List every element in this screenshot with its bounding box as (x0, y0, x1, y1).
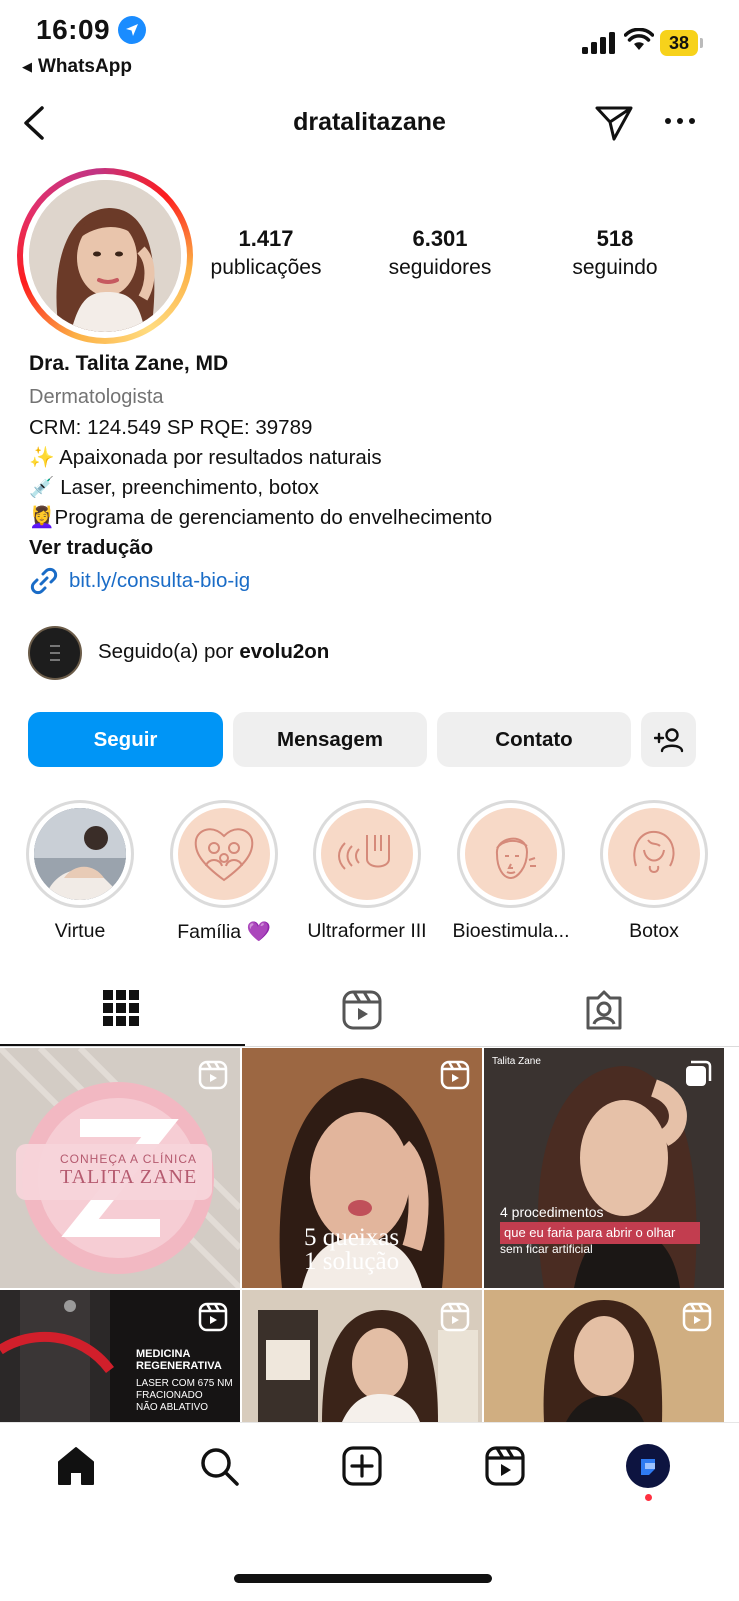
follower-avatar (28, 626, 82, 680)
profile-avatar-icon (641, 1459, 655, 1475)
followed-by-prefix: Seguido(a) por (98, 640, 240, 663)
link-icon (30, 567, 58, 595)
follow-button[interactable]: Seguir (28, 712, 223, 767)
notification-dot (645, 1494, 652, 1501)
post-text: 4 procedimentos (500, 1204, 604, 1220)
stat-posts[interactable]: 1.417 publicações (181, 226, 351, 280)
post-thumbnail[interactable] (484, 1290, 724, 1422)
tab-divider (0, 1046, 739, 1047)
highlight-botox[interactable]: Botox (584, 800, 724, 943)
post-thumbnail[interactable]: 5 queixas 1 solução (242, 1048, 482, 1288)
profile-photo (29, 180, 181, 332)
search-icon (201, 1448, 239, 1486)
tagged-user-icon (586, 990, 622, 1030)
send-direct-icon[interactable] (594, 104, 634, 147)
post-text: REGENERATIVA (136, 1360, 222, 1372)
bio-line-2: ✨ Apaixonada por resultados naturais (29, 446, 382, 469)
stat-following-label: seguindo (572, 256, 658, 279)
post-thumbnail[interactable] (242, 1290, 482, 1422)
stat-posts-count: 1.417 (238, 226, 294, 251)
location-arrow-icon (118, 16, 146, 44)
stat-posts-label: publicações (210, 256, 322, 279)
contact-button[interactable]: Contato (437, 712, 631, 767)
face-outline-icon (633, 830, 675, 873)
nav-profile[interactable] (626, 1444, 670, 1488)
add-person-icon (653, 727, 683, 752)
battery-indicator: 38 (660, 30, 698, 56)
bio-link[interactable]: bit.ly/consulta-bio-ig (29, 566, 250, 596)
stat-followers-label: seguidores (388, 256, 492, 279)
post-text: MEDICINA (136, 1348, 191, 1360)
profile-avatar[interactable] (17, 168, 193, 344)
stat-following[interactable]: 518 seguindo (530, 226, 700, 280)
post-text: sem ficar artificial (500, 1242, 593, 1256)
reel-badge-icon (440, 1302, 470, 1337)
home-icon (58, 1447, 94, 1485)
grid-icon (103, 990, 139, 1026)
post-thumbnail[interactable]: MEDICINA REGENERATIVA LASER COM 675 NM F… (0, 1290, 240, 1422)
reel-badge-icon (198, 1060, 228, 1095)
more-options-icon[interactable] (664, 112, 696, 130)
post-text: TALITA ZANE (60, 1166, 198, 1188)
post-thumbnail[interactable]: CONHEÇA A CLÍNICA TALITA ZANE (0, 1048, 240, 1288)
bio-line-4: 💆‍♀️Programa de gerenciamento do envelhe… (29, 506, 493, 529)
highlight-label: Família 💜 (177, 921, 271, 943)
highlight-familia[interactable]: Família 💜 (154, 800, 294, 944)
post-text: 1 solução (304, 1248, 400, 1275)
back-triangle-icon: ◀ (22, 59, 32, 74)
highlight-ultraformer[interactable]: Ultraformer III (297, 800, 437, 943)
home-indicator (234, 1574, 492, 1583)
stat-following-count: 518 (596, 226, 634, 251)
cellular-signal-icon (582, 32, 618, 59)
highlight-label: Virtue (54, 920, 106, 942)
post-text: NÃO ABLATIVO (136, 1402, 209, 1413)
nav-create[interactable] (342, 1446, 382, 1491)
face-icon (495, 837, 536, 880)
stat-followers[interactable]: 6.301 seguidores (355, 226, 525, 280)
back-app-label: WhatsApp (38, 56, 132, 77)
post-thumbnail[interactable]: Talita Zane 4 procedimentos que eu faria… (484, 1048, 724, 1288)
reels-icon (342, 990, 382, 1030)
carousel-badge-icon (684, 1060, 712, 1093)
stat-followers-count: 6.301 (412, 226, 468, 251)
bio-line-3: 💉 Laser, preenchimento, botox (29, 476, 319, 499)
battery-tip (700, 38, 703, 48)
ultrasound-device-icon (338, 835, 390, 870)
nav-search[interactable] (199, 1446, 239, 1491)
post-brand: Talita Zane (492, 1056, 541, 1067)
bio-line-1: CRM: 124.549 SP RQE: 39789 (29, 416, 313, 439)
highlight-label: Botox (629, 920, 679, 942)
post-text: CONHEÇA A CLÍNICA (60, 1152, 198, 1166)
nav-home[interactable] (56, 1446, 96, 1491)
highlight-bioestimula[interactable]: Bioestimula... (441, 800, 581, 943)
nav-reels[interactable] (485, 1446, 525, 1491)
tab-reels[interactable] (342, 990, 382, 1035)
reel-badge-icon (682, 1302, 712, 1337)
post-text: LASER COM 675 NM (136, 1378, 233, 1389)
highlight-label: Ultraformer III (307, 920, 427, 942)
suggest-accounts-button[interactable] (641, 712, 696, 767)
profile-name: Dra. Talita Zane, MD (29, 352, 229, 375)
reel-badge-icon (440, 1060, 470, 1095)
heart-family-icon (194, 828, 254, 882)
wifi-icon (623, 27, 655, 57)
tab-posts-grid[interactable] (103, 990, 139, 1031)
profile-category: Dermatologista (29, 386, 164, 408)
highlight-virtue[interactable]: Virtue (10, 800, 150, 943)
reel-badge-icon (198, 1302, 228, 1337)
post-text: FRACIONADO (136, 1390, 203, 1401)
create-post-icon (342, 1446, 382, 1486)
message-button[interactable]: Mensagem (233, 712, 427, 767)
tab-tagged[interactable] (584, 990, 624, 1035)
highlight-cover-photo (34, 808, 126, 900)
post-text: que eu faria para abrir o olhar (504, 1225, 676, 1240)
see-translation-link[interactable]: Ver tradução (29, 536, 153, 560)
status-time: 16:09 (36, 14, 111, 45)
highlight-label: Bioestimula... (452, 920, 570, 942)
reels-icon (485, 1446, 525, 1486)
bio-link-text: bit.ly/consulta-bio-ig (69, 569, 251, 592)
followed-by-text[interactable]: Seguido(a) por evolu2on (98, 640, 329, 664)
followed-by-user: evolu2on (239, 640, 330, 663)
back-to-app-link[interactable]: ◀ WhatsApp (22, 56, 132, 78)
